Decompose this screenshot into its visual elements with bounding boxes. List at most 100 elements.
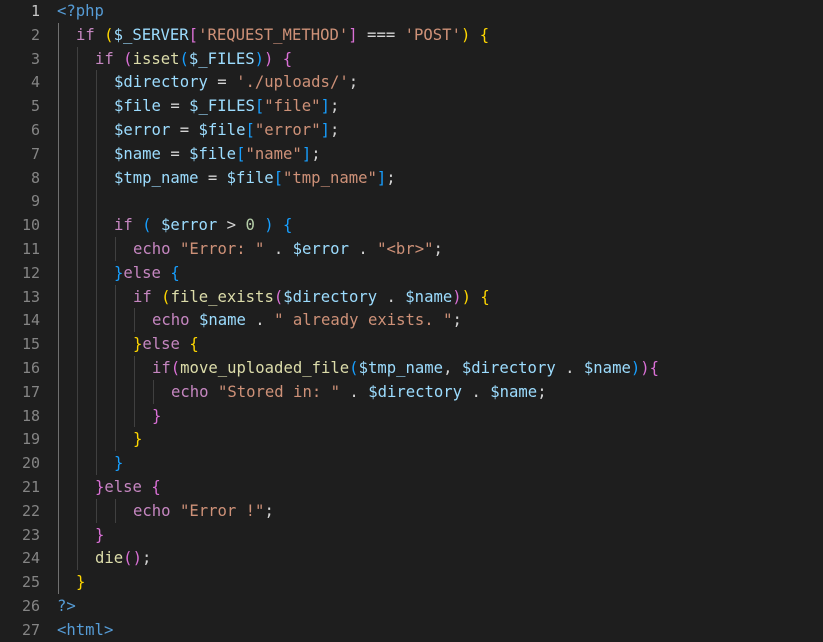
code-token: "Stored in: " xyxy=(217,382,341,401)
code-line: ?> xyxy=(57,594,76,618)
code-token: echo xyxy=(152,311,190,330)
code-line: echo "Error !"; xyxy=(133,499,274,523)
code-token: "file" xyxy=(264,97,321,116)
code-token: ( xyxy=(273,287,284,306)
code-token: . xyxy=(264,240,293,258)
code-token: [ xyxy=(188,25,199,44)
code-token: else xyxy=(142,335,180,354)
code-token: ; xyxy=(311,144,321,163)
code-token: $name xyxy=(114,144,161,163)
line-number: 27 xyxy=(21,620,40,639)
code-line: $directory = './uploads/'; xyxy=(114,70,358,94)
code-token: ) xyxy=(640,359,650,377)
code-line: $error = $file["error"]; xyxy=(114,118,339,142)
code-token: $_SERVER xyxy=(113,25,189,44)
code-token: die xyxy=(95,549,124,568)
code-token: { xyxy=(480,287,490,306)
code-line: $file = $_FILES["file"]; xyxy=(114,94,339,118)
code-token: isset xyxy=(132,49,180,68)
code-token: ] xyxy=(376,168,387,187)
code-line: }else { xyxy=(114,261,180,285)
code-token: if xyxy=(95,49,114,68)
code-token: ) xyxy=(461,287,472,306)
line-number: 21 xyxy=(21,478,40,496)
code-token: $file xyxy=(198,121,246,139)
code-token: ) xyxy=(254,49,265,68)
code-token: echo xyxy=(171,382,209,401)
code-token: ; xyxy=(141,549,152,568)
code-token: ) xyxy=(452,287,462,306)
code-token: $name xyxy=(490,382,538,401)
code-token: ( xyxy=(104,25,114,44)
line-number: 12 xyxy=(21,263,40,282)
code-token: echo xyxy=(133,501,171,520)
code-token: $name xyxy=(583,359,631,377)
line-number: 1 xyxy=(30,2,40,20)
code-token: "tmp_name" xyxy=(283,168,377,187)
code-token: } xyxy=(76,573,86,592)
code-token: $error xyxy=(114,121,171,139)
line-number: 4 xyxy=(30,73,40,92)
line-number: 18 xyxy=(21,406,40,425)
code-token: = xyxy=(198,168,227,187)
indent-guide xyxy=(153,379,154,404)
code-token: . xyxy=(245,311,275,330)
code-token: "<br>" xyxy=(377,240,434,258)
code-token: if xyxy=(152,359,171,377)
code-token: { xyxy=(282,49,293,68)
code-token: ( xyxy=(123,549,133,568)
code-token: [ xyxy=(254,97,265,116)
code-token: $directory xyxy=(114,73,208,92)
code-line: } xyxy=(133,427,142,451)
code-token: $name xyxy=(198,311,246,330)
code-token: ( xyxy=(142,216,152,235)
code-token: ( xyxy=(123,49,133,68)
code-token: $_FILES xyxy=(189,97,255,116)
code-token: , xyxy=(443,359,462,377)
line-number: 2 xyxy=(30,25,40,44)
code-token: else xyxy=(123,263,161,282)
code-token: else xyxy=(104,478,142,496)
code-token: ] xyxy=(348,25,358,44)
line-number: 17 xyxy=(21,382,40,401)
code-token: { xyxy=(283,216,293,235)
code-token: ( xyxy=(170,359,181,377)
code-token: $directory xyxy=(368,382,463,401)
code-token: $file xyxy=(226,168,274,187)
code-token: $error xyxy=(160,216,218,235)
code-line: if ($_SERVER['REQUEST_METHOD'] === 'POST… xyxy=(76,23,489,47)
code-line: } xyxy=(152,404,161,428)
line-number: 3 xyxy=(30,49,40,68)
line-number-gutter[interactable]: 1 2 3 4 5 6 7 8 9 10 11 12 13 14 15 16 17 18 19 20 21 22 23 24 2… xyxy=(0,0,40,639)
code-token: { xyxy=(151,478,161,496)
code-area[interactable]: <?php if ($_SERVER['REQUEST_METHOD'] === … xyxy=(57,0,823,639)
code-line: }else { xyxy=(133,332,199,356)
code-token: 0 xyxy=(245,216,255,235)
code-line: echo "Stored in: " . $directory . $name; xyxy=(171,380,547,404)
line-number: 19 xyxy=(21,430,40,449)
code-line: } xyxy=(114,451,123,475)
line-number: 13 xyxy=(21,287,40,306)
code-token: if xyxy=(133,287,152,306)
code-token: ; xyxy=(433,240,443,258)
code-token: "name" xyxy=(245,144,302,163)
code-token: <?php xyxy=(57,2,104,20)
code-token: $error xyxy=(292,240,349,258)
code-token: ( xyxy=(179,49,189,68)
line-number: 6 xyxy=(30,121,40,139)
code-editor[interactable]: 1 2 3 4 5 6 7 8 9 10 11 12 13 14 15 16 17 18 19 20 21 22 23 24 2… xyxy=(0,0,823,639)
code-token: ; xyxy=(452,311,462,330)
code-token: = xyxy=(170,121,199,139)
code-token: ; xyxy=(264,501,274,520)
